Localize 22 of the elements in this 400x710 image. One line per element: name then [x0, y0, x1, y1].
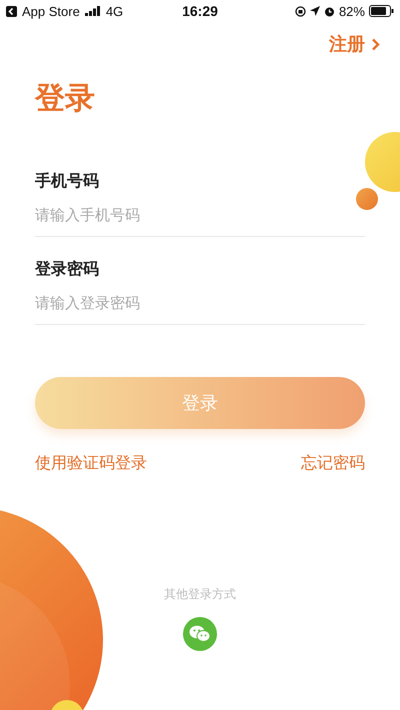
- forgot-password-link[interactable]: 忘记密码: [301, 453, 365, 474]
- page-title: 登录: [35, 80, 96, 118]
- rotation-lock-icon: [294, 6, 306, 16]
- back-label[interactable]: App Store: [22, 4, 80, 18]
- chat-bubbles-icon: [189, 625, 211, 643]
- input-field[interactable]: 请输入手机号码: [35, 202, 365, 237]
- chevron-icon: [371, 38, 380, 50]
- network-type: 4G: [106, 4, 124, 18]
- sms-login-link[interactable]: 使用验证码登录: [35, 453, 147, 474]
- alarm-icon: [324, 6, 335, 16]
- field-label: 登录密码: [35, 259, 100, 280]
- battery-percent: 82%: [338, 4, 365, 18]
- input-field[interactable]: 请输入登录密码: [35, 290, 365, 325]
- location-icon: [310, 6, 320, 16]
- register-link[interactable]: 注册: [329, 32, 380, 56]
- signal-icon: [84, 6, 101, 16]
- login-button[interactable]: 登录: [35, 377, 365, 429]
- clock: 16:29: [182, 3, 218, 19]
- other-login-caption: 其他登录方式: [164, 586, 236, 603]
- field-label: 手机号码: [35, 171, 100, 192]
- battery-icon: [368, 5, 394, 17]
- back-icon[interactable]: [6, 6, 17, 16]
